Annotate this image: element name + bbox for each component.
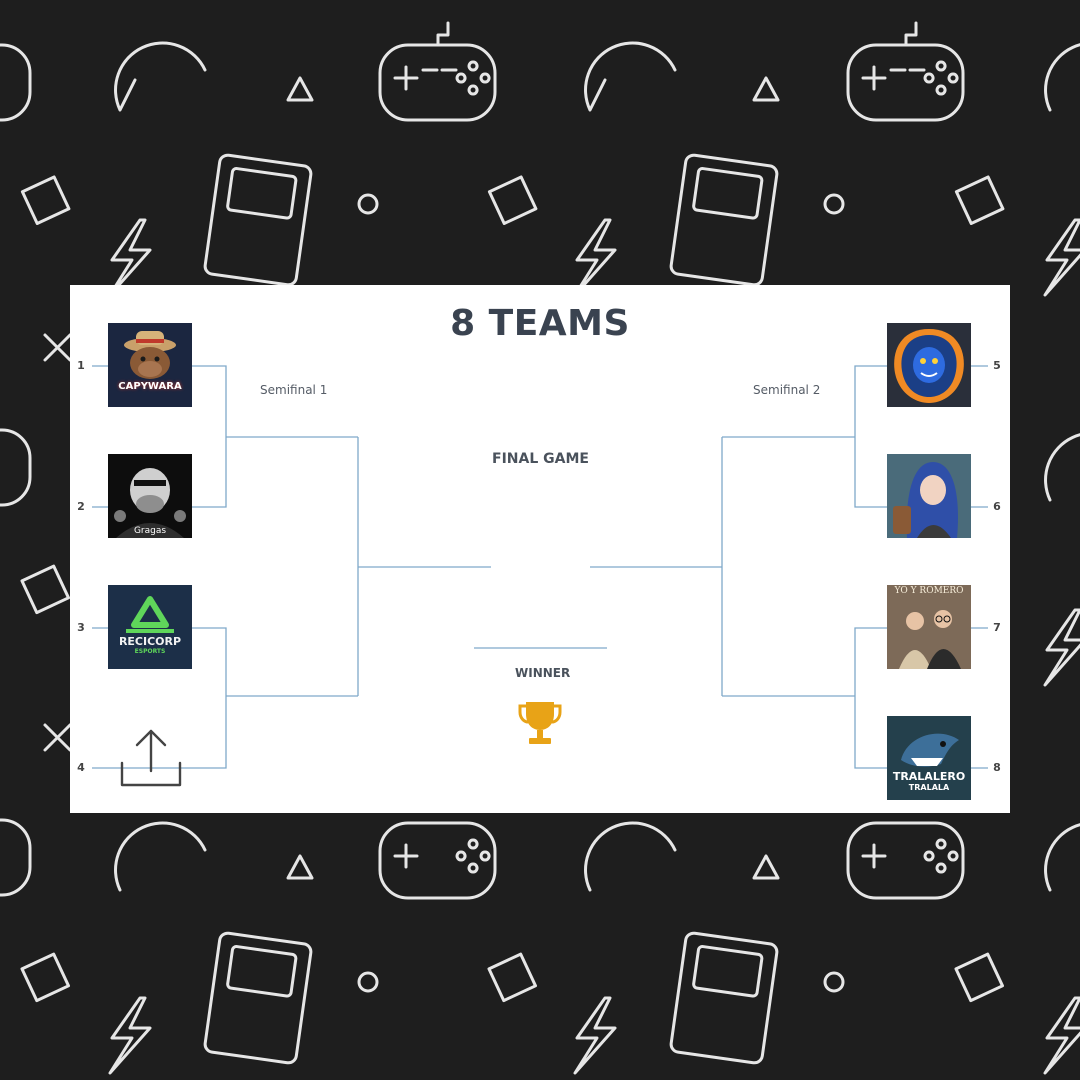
seed-number: 1 xyxy=(77,359,85,372)
seed-number: 8 xyxy=(993,761,1001,774)
team-name: CAPYWARA xyxy=(118,381,182,392)
character-portrait-icon xyxy=(887,454,971,538)
team-logo-blue-monster[interactable] xyxy=(887,323,971,407)
semifinal-1-label: Semifinal 1 xyxy=(260,383,328,397)
seed-number: 6 xyxy=(993,500,1001,513)
team-logo-anime-girl[interactable] xyxy=(887,454,971,538)
team-logo-tralalero[interactable]: TRALALERO TRALALA xyxy=(887,716,971,800)
team-subtext: TRALALA xyxy=(908,783,950,792)
team-name: Gragas xyxy=(133,526,167,536)
seed-number: 7 xyxy=(993,621,1001,634)
team-logo-gragas[interactable]: Gragas xyxy=(108,454,192,538)
bracket-card: 8 TEAMS Semifinal 1 Semifinal 2 FINAL GA… xyxy=(70,285,1010,813)
team-name: YO Y ROMERO xyxy=(894,586,964,596)
seed-number: 2 xyxy=(77,500,85,513)
upload-icon[interactable] xyxy=(120,727,182,789)
monster-icon xyxy=(894,329,964,403)
team-subtext: ESPORTS xyxy=(134,648,166,655)
final-game-label: FINAL GAME xyxy=(492,451,589,467)
seed-number: 5 xyxy=(993,359,1001,372)
capybara-icon xyxy=(124,331,176,379)
team-logo-capywara[interactable]: CAPYWARA xyxy=(108,323,192,407)
semifinal-2-label: Semifinal 2 xyxy=(753,383,821,397)
seed-number: 3 xyxy=(77,621,85,634)
winner-label: WINNER xyxy=(515,666,571,680)
bracket-title: 8 TEAMS xyxy=(450,303,630,344)
recycle-icon xyxy=(126,596,174,633)
trophy-icon xyxy=(518,702,562,744)
team-name: TRALALERO xyxy=(892,770,966,783)
duo-portrait-icon xyxy=(887,585,971,669)
team-name: RECICORP xyxy=(118,635,182,648)
team-logo-yo-y-romero[interactable]: YO Y ROMERO xyxy=(887,585,971,669)
seed-number: 4 xyxy=(77,761,85,774)
team-logo-recicorp[interactable]: RECICORP ESPORTS xyxy=(108,585,192,669)
